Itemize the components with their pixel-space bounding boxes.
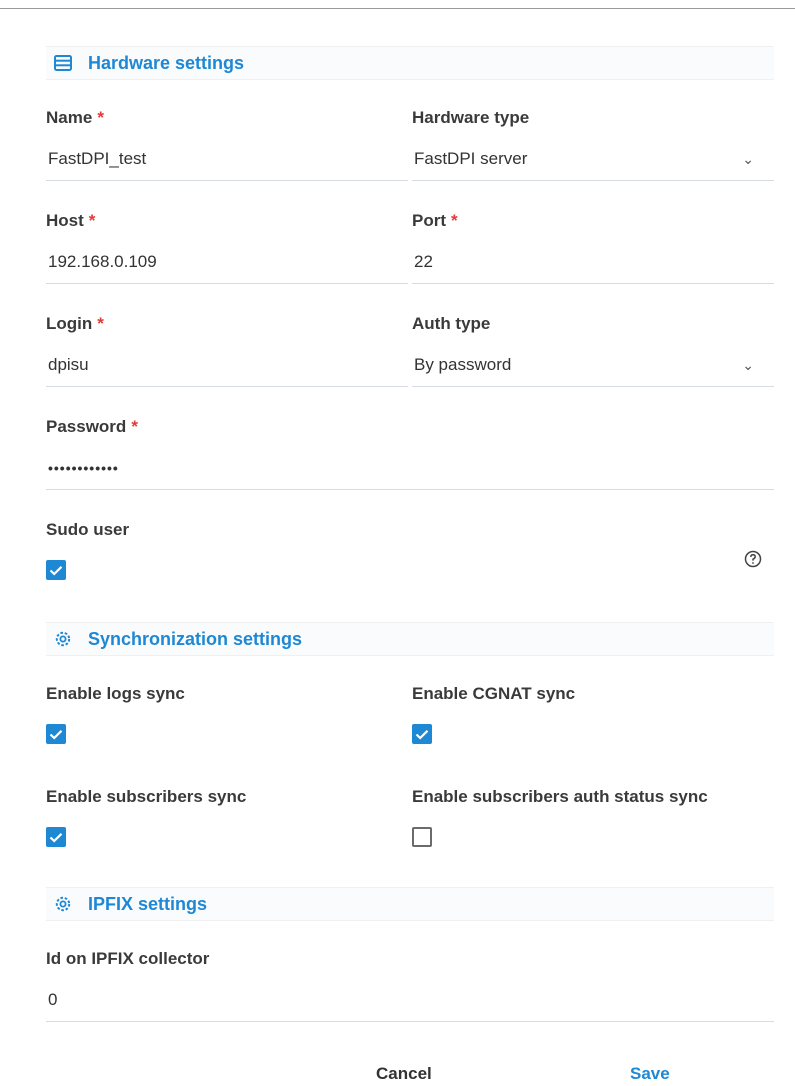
auth-status-sync-label: Enable subscribers auth status sync <box>412 787 708 806</box>
auth-status-sync-checkbox[interactable] <box>412 827 432 847</box>
check-icon <box>49 729 63 740</box>
auth-type-field: Auth type By password ⌄ <box>412 314 774 387</box>
section-title: Synchronization settings <box>88 628 303 649</box>
host-field: Host * 192.168.0.109 <box>46 211 408 284</box>
gear-icon <box>54 895 72 913</box>
hardware-type-field: Hardware type FastDPI server ⌄ <box>412 108 774 181</box>
check-icon <box>49 565 63 576</box>
auth-status-sync-field: Enable subscribers auth status sync <box>412 787 708 847</box>
hardware-type-label: Hardware type <box>412 108 530 127</box>
ipfix-settings-header: IPFIX settings <box>46 887 774 921</box>
name-label: Name * <box>46 108 104 127</box>
ipfix-id-label: Id on IPFIX collector <box>46 949 210 968</box>
subscribers-sync-label: Enable subscribers sync <box>46 787 247 806</box>
password-label: Password * <box>46 417 138 436</box>
subscribers-sync-field: Enable subscribers sync <box>46 787 246 847</box>
password-field: Password * •••••••••••• <box>46 417 774 490</box>
sudo-user-label: Sudo user <box>46 520 130 539</box>
sync-settings-header: Synchronization settings <box>46 622 774 656</box>
required-marker: * <box>451 211 458 230</box>
login-input[interactable]: dpisu <box>46 352 408 387</box>
required-marker: * <box>131 417 138 436</box>
hardware-type-select[interactable]: FastDPI server ⌄ <box>412 146 774 181</box>
cgnat-sync-checkbox[interactable] <box>412 724 432 744</box>
check-icon <box>49 832 63 843</box>
sudo-user-field: Sudo user <box>46 520 129 580</box>
host-label: Host * <box>46 211 96 230</box>
hardware-settings-header: Hardware settings <box>46 46 774 80</box>
check-icon <box>415 729 429 740</box>
help-icon[interactable] <box>744 550 762 568</box>
gear-icon <box>54 630 72 648</box>
port-input[interactable]: 22 <box>412 249 774 284</box>
port-label: Port * <box>412 211 458 230</box>
section-title: Hardware settings <box>88 52 245 73</box>
port-field: Port * 22 <box>412 211 774 284</box>
required-marker: * <box>88 211 96 230</box>
login-label: Login * <box>46 314 104 333</box>
name-input[interactable]: FastDPI_test <box>46 146 408 181</box>
ipfix-id-field: Id on IPFIX collector 0 <box>46 949 774 1022</box>
subscribers-sync-checkbox[interactable] <box>46 827 66 847</box>
auth-type-select[interactable]: By password ⌄ <box>412 352 774 387</box>
top-divider <box>0 8 795 9</box>
logs-sync-label: Enable logs sync <box>46 684 185 703</box>
cancel-button[interactable]: Cancel <box>376 1062 432 1086</box>
chevron-down-icon: ⌄ <box>742 151 754 167</box>
sudo-user-checkbox[interactable] <box>46 560 66 580</box>
chevron-down-icon: ⌄ <box>742 357 754 373</box>
logs-sync-checkbox[interactable] <box>46 724 66 744</box>
password-input[interactable]: •••••••••••• <box>46 455 774 490</box>
auth-type-label: Auth type <box>412 314 491 333</box>
save-button[interactable]: Save <box>630 1062 670 1086</box>
required-marker: * <box>97 108 104 127</box>
server-icon <box>54 54 72 72</box>
ipfix-id-input[interactable]: 0 <box>46 987 774 1022</box>
host-input[interactable]: 192.168.0.109 <box>46 249 408 284</box>
name-field: Name * FastDPI_test <box>46 108 408 181</box>
cgnat-sync-label: Enable CGNAT sync <box>412 684 576 703</box>
section-title: IPFIX settings <box>88 893 208 914</box>
cgnat-sync-field: Enable CGNAT sync <box>412 684 575 744</box>
logs-sync-field: Enable logs sync <box>46 684 185 744</box>
login-field: Login * dpisu <box>46 314 408 387</box>
required-marker: * <box>97 314 104 333</box>
